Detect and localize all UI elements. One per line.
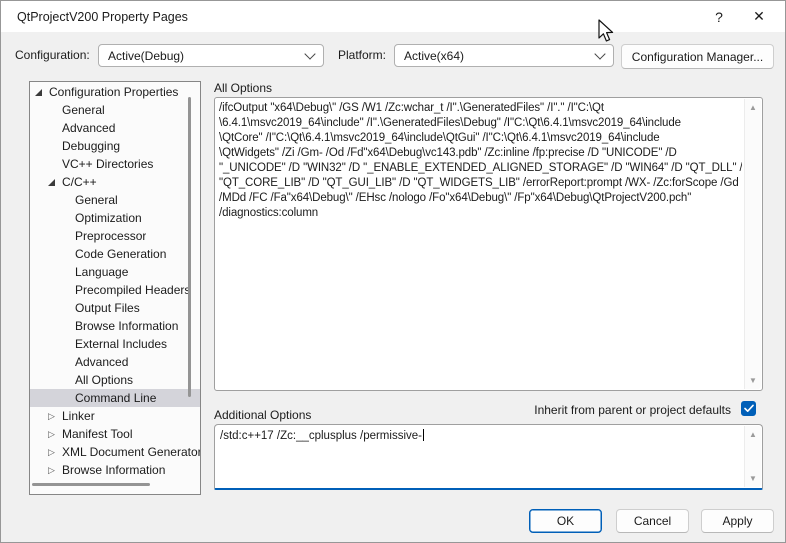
tree-item-label: Manifest Tool <box>62 427 133 441</box>
configuration-value: Active(Debug) <box>108 48 185 63</box>
apply-button[interactable]: Apply <box>701 509 774 533</box>
config-tree[interactable]: Configuration Properties General Advanced D… <box>29 81 201 495</box>
collapsed-arrow-icon[interactable]: ▷ <box>48 447 62 457</box>
tree-item-output-files[interactable]: Output Files <box>30 299 200 317</box>
all-options-text: /ifcOutput "x64\Debug\" /GS /W1 /Zc:wcha… <box>219 101 742 388</box>
checkmark-icon <box>743 404 754 412</box>
expanded-arrow-icon[interactable] <box>48 178 62 186</box>
additional-options-text: /std:c++17 /Zc:__cplusplus /permissive- <box>220 429 424 442</box>
tree-item-language[interactable]: Language <box>30 263 200 281</box>
collapsed-arrow-icon[interactable]: ▷ <box>48 429 62 439</box>
tree-item-c-c-[interactable]: C/C++ <box>30 173 200 191</box>
command-line-text-line: "QT_CORE_LIB" /D "QT_GUI_LIB" /D "QT_WID… <box>219 177 739 189</box>
command-line-text-line: \QtWidgets" /Zi /Gm- /Od /Fd"x64\Debug\v… <box>219 147 677 159</box>
close-button[interactable]: ✕ <box>739 2 779 32</box>
tree-item-label: Code Generation <box>75 247 167 261</box>
chevron-down-icon <box>594 47 606 60</box>
tree-item-label: Command Line <box>75 391 157 405</box>
all-options-label: All Options <box>214 81 273 95</box>
tree-item-label: Optimization <box>75 211 142 225</box>
text-caret <box>422 429 424 441</box>
tree-item-general[interactable]: General <box>30 101 200 119</box>
tree-item-debugging[interactable]: Debugging <box>30 137 200 155</box>
inherit-defaults-checkbox[interactable] <box>741 401 756 416</box>
configuration-manager-button[interactable]: Configuration Manager... <box>621 44 774 69</box>
tree-item-label: Advanced <box>62 121 116 135</box>
platform-select[interactable]: Active(x64) <box>394 44 614 67</box>
tree-item-advanced[interactable]: Advanced <box>30 119 200 137</box>
collapsed-arrow-icon[interactable]: ▷ <box>48 465 62 475</box>
window-title: QtProjectV200 Property Pages <box>17 9 188 24</box>
tree-item-label: Language <box>75 265 129 279</box>
tree-item-label: General <box>75 193 118 207</box>
platform-label: Platform: <box>338 48 387 62</box>
additional-options-label: Additional Options <box>214 408 312 422</box>
collapsed-arrow-icon[interactable]: ▷ <box>48 411 62 421</box>
command-line-text-line: \6.4.1\msvc2019_64\include" /I".\Generat… <box>219 117 681 129</box>
tree-item-label: VC++ Directories <box>62 157 154 171</box>
tree-item-label: External Includes <box>75 337 168 351</box>
tree-item-label: General <box>62 103 105 117</box>
tree-item-label: Advanced <box>75 355 129 369</box>
tree-horizontal-scrollbar[interactable] <box>32 483 150 486</box>
tree-item-code-generation[interactable]: Code Generation <box>30 245 200 263</box>
additional-options-input[interactable]: /std:c++17 /Zc:__cplusplus /permissive- … <box>214 424 763 490</box>
tree-item-precompiled-headers[interactable]: Precompiled Headers <box>30 281 200 299</box>
tree-item-all-options[interactable]: All Options <box>30 371 200 389</box>
tree-item-label: Browse Information <box>62 463 166 477</box>
command-line-text-line: /MDd /FC /Fa"x64\Debug\" /EHsc /nologo /… <box>219 192 692 204</box>
command-line-text-line: /diagnostics:column <box>219 207 319 219</box>
chevron-down-icon <box>304 47 316 60</box>
tree-item-label: Output Files <box>75 301 140 315</box>
command-line-text-line: "_UNICODE" /D "WIN32" /D "_ENABLE_EXTEND… <box>219 162 742 174</box>
scroll-up-icon[interactable]: ▲ <box>745 101 761 114</box>
tree-item-browse-information[interactable]: Browse Information <box>30 317 200 335</box>
tree-item-vc-directories[interactable]: VC++ Directories <box>30 155 200 173</box>
tree-item-browse-information[interactable]: ▷ Browse Information <box>30 461 200 479</box>
additional-options-scrollbar[interactable]: ▲ ▼ <box>744 426 761 487</box>
tree-item-optimization[interactable]: Optimization <box>30 209 200 227</box>
configuration-label: Configuration: <box>15 48 90 62</box>
configuration-select[interactable]: Active(Debug) <box>98 44 324 67</box>
tree-item-advanced[interactable]: Advanced <box>30 353 200 371</box>
tree-item-label: Precompiled Headers <box>75 283 191 297</box>
tree-item-preprocessor[interactable]: Preprocessor <box>30 227 200 245</box>
tree-item-external-includes[interactable]: External Includes <box>30 335 200 353</box>
tree-item-label: Browse Information <box>75 319 179 333</box>
expanded-arrow-icon[interactable] <box>35 88 49 96</box>
command-line-text-line: /ifcOutput "x64\Debug\" /GS /W1 /Zc:wcha… <box>219 102 604 114</box>
all-options-scrollbar[interactable]: ▲ ▼ <box>744 99 761 389</box>
command-line-text-line: \QtCore" /I"C:\Qt\6.4.1\msvc2019_64\incl… <box>219 132 660 144</box>
tree-item-label: Debugging <box>62 139 121 153</box>
tree-item-command-line[interactable]: Command Line <box>30 389 200 407</box>
scroll-up-icon[interactable]: ▲ <box>745 428 761 441</box>
scroll-down-icon[interactable]: ▼ <box>745 374 761 387</box>
tree-item-label: Linker <box>62 409 95 423</box>
tree-item-label: C/C++ <box>62 175 97 189</box>
titlebar-buttons: ? ✕ <box>699 1 779 32</box>
scroll-down-icon[interactable]: ▼ <box>745 472 761 485</box>
platform-value: Active(x64) <box>404 48 465 63</box>
tree-item-label: Preprocessor <box>75 229 147 243</box>
tree-item-general[interactable]: General <box>30 191 200 209</box>
all-options-textarea[interactable]: /ifcOutput "x64\Debug\" /GS /W1 /Zc:wcha… <box>214 97 763 391</box>
tree-item-configuration-properties[interactable]: Configuration Properties <box>30 83 200 101</box>
help-button[interactable]: ? <box>699 2 739 32</box>
tree-item-xml-document-generator[interactable]: ▷ XML Document Generator <box>30 443 200 461</box>
tree-item-linker[interactable]: ▷ Linker <box>30 407 200 425</box>
inherit-defaults-label: Inherit from parent or project defaults <box>534 403 731 417</box>
tree-item-label: XML Document Generator <box>62 445 200 459</box>
title-bar: QtProjectV200 Property Pages ? ✕ <box>1 1 785 32</box>
tree-item-manifest-tool[interactable]: ▷ Manifest Tool <box>30 425 200 443</box>
tree-item-label: Configuration Properties <box>49 85 179 99</box>
cancel-button[interactable]: Cancel <box>616 509 689 533</box>
tree-item-label: All Options <box>75 373 134 387</box>
tree-vertical-scrollbar[interactable] <box>188 97 191 397</box>
property-pages-dialog: QtProjectV200 Property Pages ? ✕ Configu… <box>0 0 786 543</box>
ok-button[interactable]: OK <box>529 509 602 533</box>
